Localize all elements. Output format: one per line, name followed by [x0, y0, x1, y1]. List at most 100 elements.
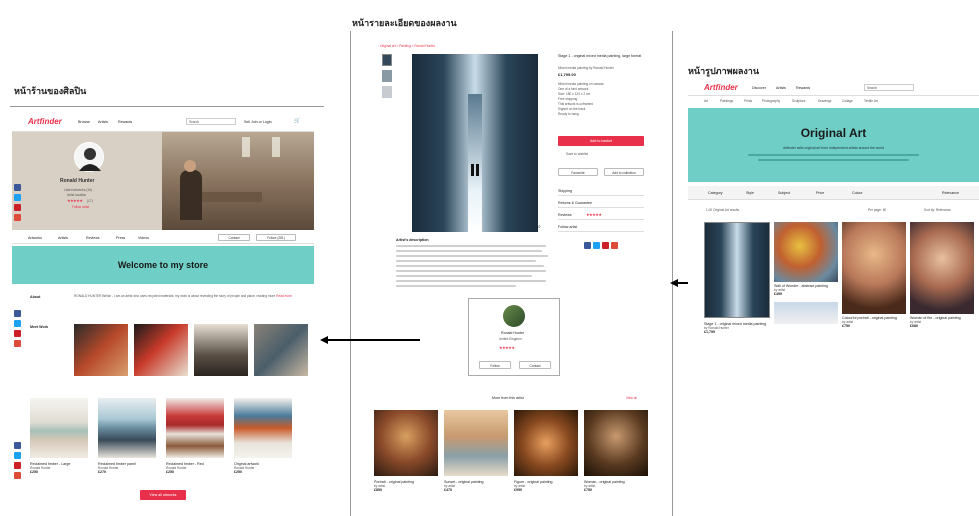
list-search-input[interactable]: Search [864, 84, 914, 91]
cat-drawings[interactable]: Drawings [818, 99, 831, 103]
follow-button[interactable]: Follow (281) [256, 234, 296, 241]
follow-artist-link[interactable]: Follow artist [72, 205, 89, 209]
thumb-2[interactable] [382, 70, 392, 82]
filter-category[interactable]: Category [708, 191, 723, 195]
twitter-icon-3[interactable] [14, 452, 21, 459]
work-thumb-1[interactable] [74, 324, 128, 376]
filter-price[interactable]: Price [816, 191, 824, 195]
tab-artists[interactable]: Artists [58, 236, 68, 240]
store-nav-rewards[interactable]: Rewards [118, 120, 132, 124]
cat-textile[interactable]: Textile Art [864, 99, 878, 103]
add-collection-button[interactable]: Add to collection [604, 168, 644, 176]
sort-dropdown[interactable]: Relevance [942, 191, 959, 195]
breadcrumb[interactable]: Original art > Painting > Ronald Hunter [380, 44, 435, 48]
favourite-button[interactable]: Favourite [558, 168, 598, 176]
list-item-thumb-4[interactable] [910, 222, 974, 314]
cat-prints[interactable]: Prints [744, 99, 752, 103]
list-item-card-4[interactable]: Woman of fire - original painting by arti… [910, 316, 974, 328]
pinterest-icon-2[interactable] [14, 330, 21, 337]
google-plus-icon-3[interactable] [14, 472, 21, 479]
product-thumb-4[interactable] [234, 398, 292, 458]
work-thumb-4[interactable] [254, 324, 308, 376]
detail-pinterest-icon[interactable] [602, 242, 609, 249]
accordion-reviews[interactable]: Reviews ★★★★★ [558, 210, 644, 220]
cat-sculpture[interactable]: Sculpture [792, 99, 805, 103]
list-nav-discover[interactable]: Discover [752, 86, 766, 90]
list-item-card-1[interactable]: Stage 1 - original mixed media painting b… [704, 322, 770, 334]
tab-videos[interactable]: Videos [138, 236, 149, 240]
list-item-card-3[interactable]: Colourful portrait - original painting by… [842, 316, 906, 328]
per-page-select[interactable]: Per page: 60 [868, 208, 886, 212]
list-item-thumb-3[interactable] [842, 222, 906, 314]
detail-facebook-icon[interactable] [584, 242, 591, 249]
tab-reviews[interactable]: Reviews [86, 236, 100, 240]
related-card-4[interactable]: Woman - original painting by artist £750 [584, 480, 648, 492]
view-all-artworks-button[interactable]: View all artworks [140, 490, 186, 500]
filter-colour[interactable]: Colour [852, 191, 863, 195]
cat-collage[interactable]: Collage [842, 99, 853, 103]
artist-card-contact-button[interactable]: Contact [519, 361, 551, 369]
list-logo[interactable]: Artfinder [704, 83, 738, 92]
artist-card-follow-button[interactable]: Follow [479, 361, 511, 369]
detail-google-icon[interactable] [611, 242, 618, 249]
store-search-input[interactable]: Search [186, 118, 236, 125]
thumb-3[interactable] [382, 86, 392, 98]
related-thumb-4[interactable] [584, 410, 648, 476]
facebook-icon[interactable] [14, 184, 21, 191]
related-thumb-1[interactable] [374, 410, 438, 476]
accordion-returns[interactable]: Returns & Guarantee [558, 198, 644, 208]
list-item-thumb-2[interactable] [774, 222, 838, 282]
list-nav-rewards[interactable]: Rewards [796, 86, 810, 90]
pinterest-icon[interactable] [14, 204, 21, 211]
list-nav-artists[interactable]: Artists [776, 86, 786, 90]
product-card-1[interactable]: Reclaimed timber - Large Ronald Hunter £… [30, 462, 92, 474]
cat-photography[interactable]: Photography [762, 99, 780, 103]
google-plus-icon-2[interactable] [14, 340, 21, 347]
work-thumb-2[interactable] [134, 324, 188, 376]
add-to-basket-button[interactable]: Add to basket [558, 136, 644, 146]
tab-press[interactable]: Press [116, 236, 125, 240]
sort-by-select[interactable]: Sort by: Relevance [924, 208, 951, 212]
wishlist-link[interactable]: Save to wishlist [566, 152, 588, 156]
zoom-icon[interactable]: ⌕ [538, 224, 541, 230]
list-item-thumb-5[interactable] [774, 302, 838, 324]
twitter-icon[interactable] [14, 194, 21, 201]
accordion-shipping[interactable]: Shipping [558, 186, 644, 196]
store-logo[interactable]: Artfinder [28, 117, 62, 126]
product-thumb-2[interactable] [98, 398, 156, 458]
list-item-thumb-1[interactable] [704, 222, 770, 318]
product-card-2[interactable]: Reclaimed timber panel Ronald Hunter £27… [98, 462, 160, 474]
related-view-all-link[interactable]: View all [626, 396, 637, 400]
product-card-4[interactable]: Original artwork Ronald Hunter £250 [234, 462, 296, 474]
artwork-main-image[interactable] [412, 54, 538, 232]
filter-subject[interactable]: Subject [778, 191, 790, 195]
related-thumb-2[interactable] [444, 410, 508, 476]
contact-button[interactable]: Contact [218, 234, 250, 241]
cat-paintings[interactable]: Paintings [720, 99, 733, 103]
twitter-icon-2[interactable] [14, 320, 21, 327]
store-nav-browse[interactable]: Browse [78, 120, 90, 124]
accordion-follow[interactable]: Follow artist [558, 222, 644, 232]
google-plus-icon[interactable] [14, 214, 21, 221]
related-card-2[interactable]: Sunset - original painting by artist £470 [444, 480, 508, 492]
cat-art[interactable]: Art [704, 99, 708, 103]
related-card-1[interactable]: Portrait - original painting by artist £85… [374, 480, 438, 492]
product-thumb-1[interactable] [30, 398, 88, 458]
store-nav-artists[interactable]: Artists [98, 120, 108, 124]
product-card-3[interactable]: Reclaimed timber - Red Ronald Hunter £25… [166, 462, 228, 474]
facebook-icon-3[interactable] [14, 442, 21, 449]
filter-style[interactable]: Style [746, 191, 754, 195]
list-item-card-2[interactable]: Wall of Wonder - abstract painting by art… [774, 284, 838, 296]
related-card-3[interactable]: Figure - original painting by artist £950 [514, 480, 578, 492]
work-thumb-3[interactable] [194, 324, 248, 376]
related-thumb-3[interactable] [514, 410, 578, 476]
cart-icon[interactable]: 🛒 [294, 118, 300, 124]
store-header-right[interactable]: Sell Join or Login [244, 120, 272, 124]
product-thumb-3[interactable] [166, 398, 224, 458]
tab-artworks[interactable]: Artworks [28, 236, 42, 240]
detail-twitter-icon[interactable] [593, 242, 600, 249]
read-more-link[interactable]: Read more [276, 294, 292, 298]
pinterest-icon-3[interactable] [14, 462, 21, 469]
facebook-icon-2[interactable] [14, 310, 21, 317]
thumb-1[interactable] [382, 54, 392, 66]
